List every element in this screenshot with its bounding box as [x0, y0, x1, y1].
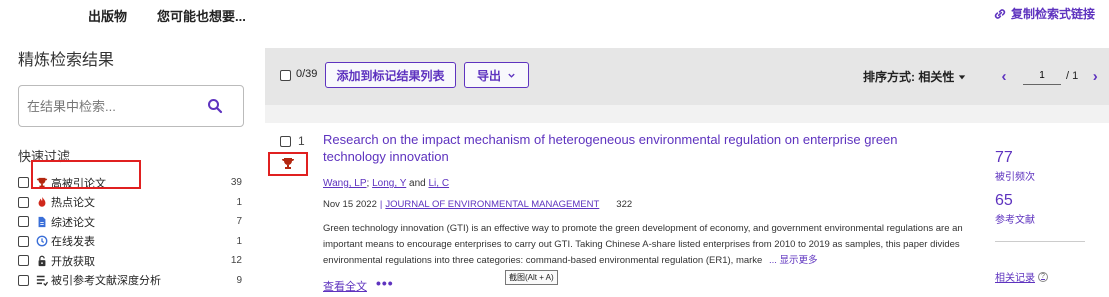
- filter-label: 开放获取: [51, 255, 95, 268]
- list-analysis-icon: [35, 274, 48, 287]
- nav-publications[interactable]: 出版物: [88, 6, 127, 25]
- filter-enriched-references[interactable]: 被引参考文献深度分析 9: [18, 271, 246, 291]
- journal-link[interactable]: JOURNAL OF ENVIRONMENTAL MANAGEMENT: [385, 199, 599, 210]
- pub-separator: |: [379, 199, 383, 210]
- filter-count: 12: [230, 255, 242, 267]
- filter-count: 7: [236, 216, 242, 228]
- filter-hot-papers[interactable]: 热点论文 1: [18, 193, 246, 213]
- sort-label: 排序方式: 相关性: [863, 70, 955, 84]
- view-full-text-link[interactable]: 查看全文: [323, 278, 367, 294]
- copy-link-label: 复制检索式链接: [1010, 7, 1095, 21]
- refine-search-input[interactable]: [27, 96, 197, 116]
- trophy-icon: [282, 158, 294, 169]
- filter-count: 1: [236, 235, 242, 247]
- reference-count[interactable]: 65: [995, 192, 1013, 210]
- results-toolbar: 0/39 添加到标记结果列表 导出 排序方式: 相关性 ‹ / 1 ›: [265, 48, 1109, 105]
- filter-checkbox[interactable]: [18, 235, 29, 247]
- result-abstract: Green technology innovation (GTI) is an …: [323, 221, 978, 269]
- author-link[interactable]: Long, Y: [372, 178, 406, 189]
- filter-checkbox[interactable]: [18, 177, 29, 189]
- filter-checkbox[interactable]: [18, 255, 29, 267]
- filter-open-access[interactable]: 开放获取 12: [18, 251, 246, 271]
- screenshot-tooltip: 截图(Alt + A): [505, 270, 558, 285]
- result-index: 1: [298, 134, 305, 148]
- filter-count: 9: [236, 274, 242, 286]
- more-options-button[interactable]: •••: [376, 275, 394, 291]
- sort-dropdown[interactable]: 排序方式: 相关性: [863, 68, 966, 85]
- filter-count: 1: [236, 196, 242, 208]
- add-to-marked-list-button[interactable]: 添加到标记结果列表: [325, 62, 456, 88]
- publication-info: Nov 15 2022 | JOURNAL OF ENVIRONMENTAL M…: [323, 199, 632, 210]
- filter-label: 在线发表: [51, 236, 95, 249]
- filter-review-papers[interactable]: 综述论文 7: [18, 212, 246, 232]
- metrics-divider: [995, 241, 1085, 242]
- clock-icon: [35, 235, 48, 248]
- filter-count: 39: [230, 177, 242, 189]
- selected-count: 0/39: [296, 68, 318, 80]
- filter-checkbox[interactable]: [18, 216, 29, 228]
- result-card: 1 Research on the impact mechanism of he…: [265, 123, 1109, 297]
- search-icon[interactable]: [207, 98, 223, 114]
- filter-checkbox[interactable]: [18, 196, 29, 208]
- copy-search-link[interactable]: 复制检索式链接: [993, 5, 1095, 22]
- select-all-checkbox[interactable]: [280, 70, 291, 81]
- result-checkbox[interactable]: [280, 136, 291, 147]
- filter-early-access[interactable]: 在线发表 1: [18, 232, 246, 252]
- filter-checkbox[interactable]: [18, 274, 29, 286]
- highlight-annotation: [31, 160, 141, 189]
- abstract-text: Green technology innovation (GTI) is an …: [323, 223, 963, 266]
- result-title-link[interactable]: Research on the impact mechanism of hete…: [323, 131, 963, 165]
- link-icon: [994, 8, 1006, 19]
- help-icon[interactable]: ?: [1038, 271, 1048, 282]
- author-link[interactable]: Wang, LP: [323, 178, 367, 189]
- flame-icon: [35, 196, 48, 209]
- chevron-down-icon: [508, 73, 515, 78]
- refine-search-box: [18, 85, 244, 127]
- related-records-label: 相关记录: [995, 273, 1035, 284]
- author-separator: ;: [366, 178, 370, 189]
- filter-label: 被引参考文献深度分析: [51, 275, 161, 288]
- nav-you-may-like[interactable]: 您可能也想要...: [157, 6, 246, 25]
- page-number-input[interactable]: [1023, 67, 1061, 85]
- related-records-link[interactable]: 相关记录 ?: [995, 269, 1048, 284]
- previous-page-icon[interactable]: ‹: [997, 68, 1011, 85]
- citation-count-label: 被引频次: [995, 172, 1035, 183]
- lock-open-icon: [35, 254, 48, 267]
- caret-down-icon: [959, 74, 966, 79]
- reference-count-label: 参考文献: [995, 215, 1035, 226]
- filter-label: 热点论文: [51, 197, 95, 210]
- filter-label: 综述论文: [51, 216, 95, 229]
- volume: 322: [616, 199, 633, 210]
- top-nav: 出版物 您可能也想要... 复制检索式链接: [0, 0, 1109, 30]
- document-icon: [35, 215, 48, 228]
- publication-date: Nov 15 2022: [323, 199, 377, 210]
- result-authors: Wang, LP; Long, Y and Li, C: [323, 178, 449, 189]
- pagination: ‹ / 1 ›: [997, 65, 1102, 87]
- quick-filter-list: 高被引论文 39 热点论文 1 综述论文 7 在线发表 1 开放获取 12 被引…: [18, 173, 246, 290]
- export-button[interactable]: 导出: [464, 62, 529, 88]
- next-page-icon[interactable]: ›: [1088, 68, 1102, 85]
- author-separator: and: [409, 178, 426, 189]
- author-link[interactable]: Li, C: [428, 178, 449, 189]
- results-panel: 0/39 添加到标记结果列表 导出 排序方式: 相关性 ‹ / 1 › 1 Re…: [265, 48, 1109, 297]
- page-total: / 1: [1066, 70, 1079, 82]
- citation-count[interactable]: 77: [995, 149, 1013, 167]
- highly-cited-badge: [268, 152, 308, 176]
- show-more-link[interactable]: ... 显示更多: [769, 255, 818, 266]
- refine-title: 精炼检索结果: [18, 52, 115, 69]
- export-label: 导出: [476, 68, 501, 83]
